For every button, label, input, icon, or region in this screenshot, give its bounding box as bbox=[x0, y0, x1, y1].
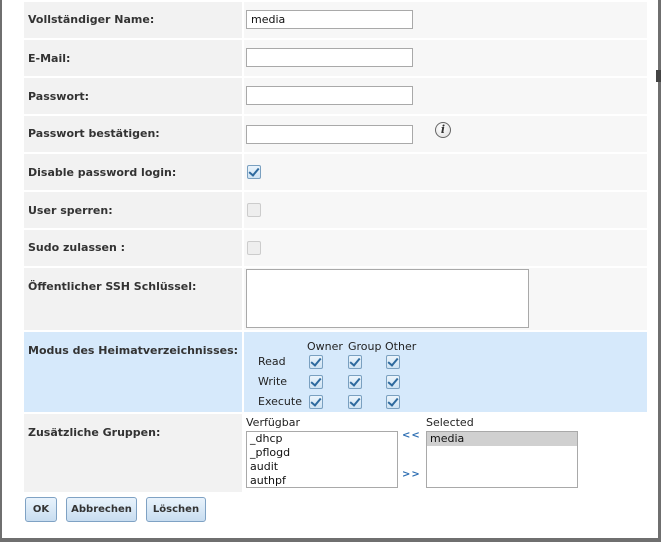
disable-password-login-label: Disable password login: bbox=[28, 166, 177, 179]
lock-user-label: User sperren: bbox=[28, 204, 113, 217]
perm-execute-owner-checkbox[interactable] bbox=[309, 395, 323, 409]
window-frame-left bbox=[0, 0, 2, 542]
email-label: E-Mail: bbox=[28, 52, 71, 65]
available-groups-listbox[interactable]: _dhcp _pflogd audit authpf bbox=[246, 431, 398, 488]
perm-column-group: Group bbox=[348, 340, 382, 353]
list-item[interactable]: authpf bbox=[247, 474, 397, 487]
selected-groups-caption: Selected bbox=[426, 416, 474, 429]
password-input[interactable] bbox=[246, 86, 413, 105]
perm-row-execute-label: Execute bbox=[258, 395, 302, 408]
perm-row-write-label: Write bbox=[258, 375, 288, 388]
perm-read-owner-checkbox[interactable] bbox=[309, 355, 323, 369]
perm-write-owner-checkbox[interactable] bbox=[309, 375, 323, 389]
email-input[interactable] bbox=[246, 48, 413, 67]
password-label: Passwort: bbox=[28, 90, 90, 103]
allow-sudo-checkbox[interactable] bbox=[247, 241, 261, 255]
allow-sudo-label: Sudo zulassen : bbox=[28, 241, 126, 254]
full-name-label: Vollständiger Name: bbox=[28, 13, 155, 26]
perm-execute-group-checkbox[interactable] bbox=[348, 395, 362, 409]
home-mode-label: Modus des Heimatverzeichnisses: bbox=[28, 344, 239, 357]
window-frame-notch bbox=[656, 70, 661, 82]
list-item[interactable]: _pflogd bbox=[247, 446, 397, 460]
lock-user-checkbox[interactable] bbox=[247, 203, 261, 217]
available-groups-caption: Verfügbar bbox=[246, 416, 301, 429]
disable-password-login-checkbox[interactable] bbox=[247, 165, 261, 179]
home-mode-row: Modus des Heimatverzeichnisses: Owner Gr… bbox=[24, 332, 647, 412]
ok-button[interactable]: OK bbox=[25, 497, 57, 522]
password-confirm-input[interactable] bbox=[246, 125, 413, 144]
full-name-input[interactable] bbox=[246, 10, 413, 29]
list-item[interactable]: _dhcp bbox=[247, 432, 397, 446]
ssh-key-label: Öffentlicher SSH Schlüssel: bbox=[28, 280, 197, 293]
delete-button[interactable]: Löschen bbox=[146, 497, 206, 522]
lock-user-row: User sperren: bbox=[24, 192, 647, 228]
perm-column-owner: Owner bbox=[307, 340, 343, 353]
info-icon[interactable]: i bbox=[435, 122, 451, 138]
perm-write-group-checkbox[interactable] bbox=[348, 375, 362, 389]
perm-write-other-checkbox[interactable] bbox=[386, 375, 400, 389]
remove-group-button[interactable]: << bbox=[402, 430, 421, 441]
cancel-button[interactable]: Abbrechen bbox=[66, 497, 137, 522]
password-row: Passwort: bbox=[24, 78, 647, 114]
perm-execute-other-checkbox[interactable] bbox=[386, 395, 400, 409]
add-group-button[interactable]: >> bbox=[402, 469, 421, 480]
perm-column-other: Other bbox=[385, 340, 417, 353]
perm-row-read-label: Read bbox=[258, 355, 286, 368]
window-frame-bottom bbox=[0, 538, 661, 542]
perm-read-other-checkbox[interactable] bbox=[386, 355, 400, 369]
permission-grid: Owner Group Other Read Write Execute bbox=[244, 332, 647, 412]
list-item[interactable]: audit bbox=[247, 460, 397, 474]
disable-password-login-row: Disable password login: bbox=[24, 154, 647, 190]
groups-row: Zusätzliche Gruppen: Verfügbar _dhcp _pf… bbox=[24, 414, 647, 492]
ssh-key-textarea[interactable] bbox=[246, 269, 529, 328]
email-row: E-Mail: bbox=[24, 40, 647, 76]
selected-groups-listbox[interactable]: media bbox=[426, 431, 578, 488]
list-item[interactable]: media bbox=[427, 432, 577, 446]
password-confirm-label: Passwort bestätigen: bbox=[28, 127, 160, 140]
groups-label: Zusätzliche Gruppen: bbox=[28, 426, 161, 439]
password-confirm-row: Passwort bestätigen: i bbox=[24, 116, 647, 152]
ssh-key-row: Öffentlicher SSH Schlüssel: bbox=[24, 268, 647, 330]
full-name-row: Vollständiger Name: bbox=[24, 2, 647, 38]
allow-sudo-row: Sudo zulassen : bbox=[24, 230, 647, 266]
perm-read-group-checkbox[interactable] bbox=[348, 355, 362, 369]
